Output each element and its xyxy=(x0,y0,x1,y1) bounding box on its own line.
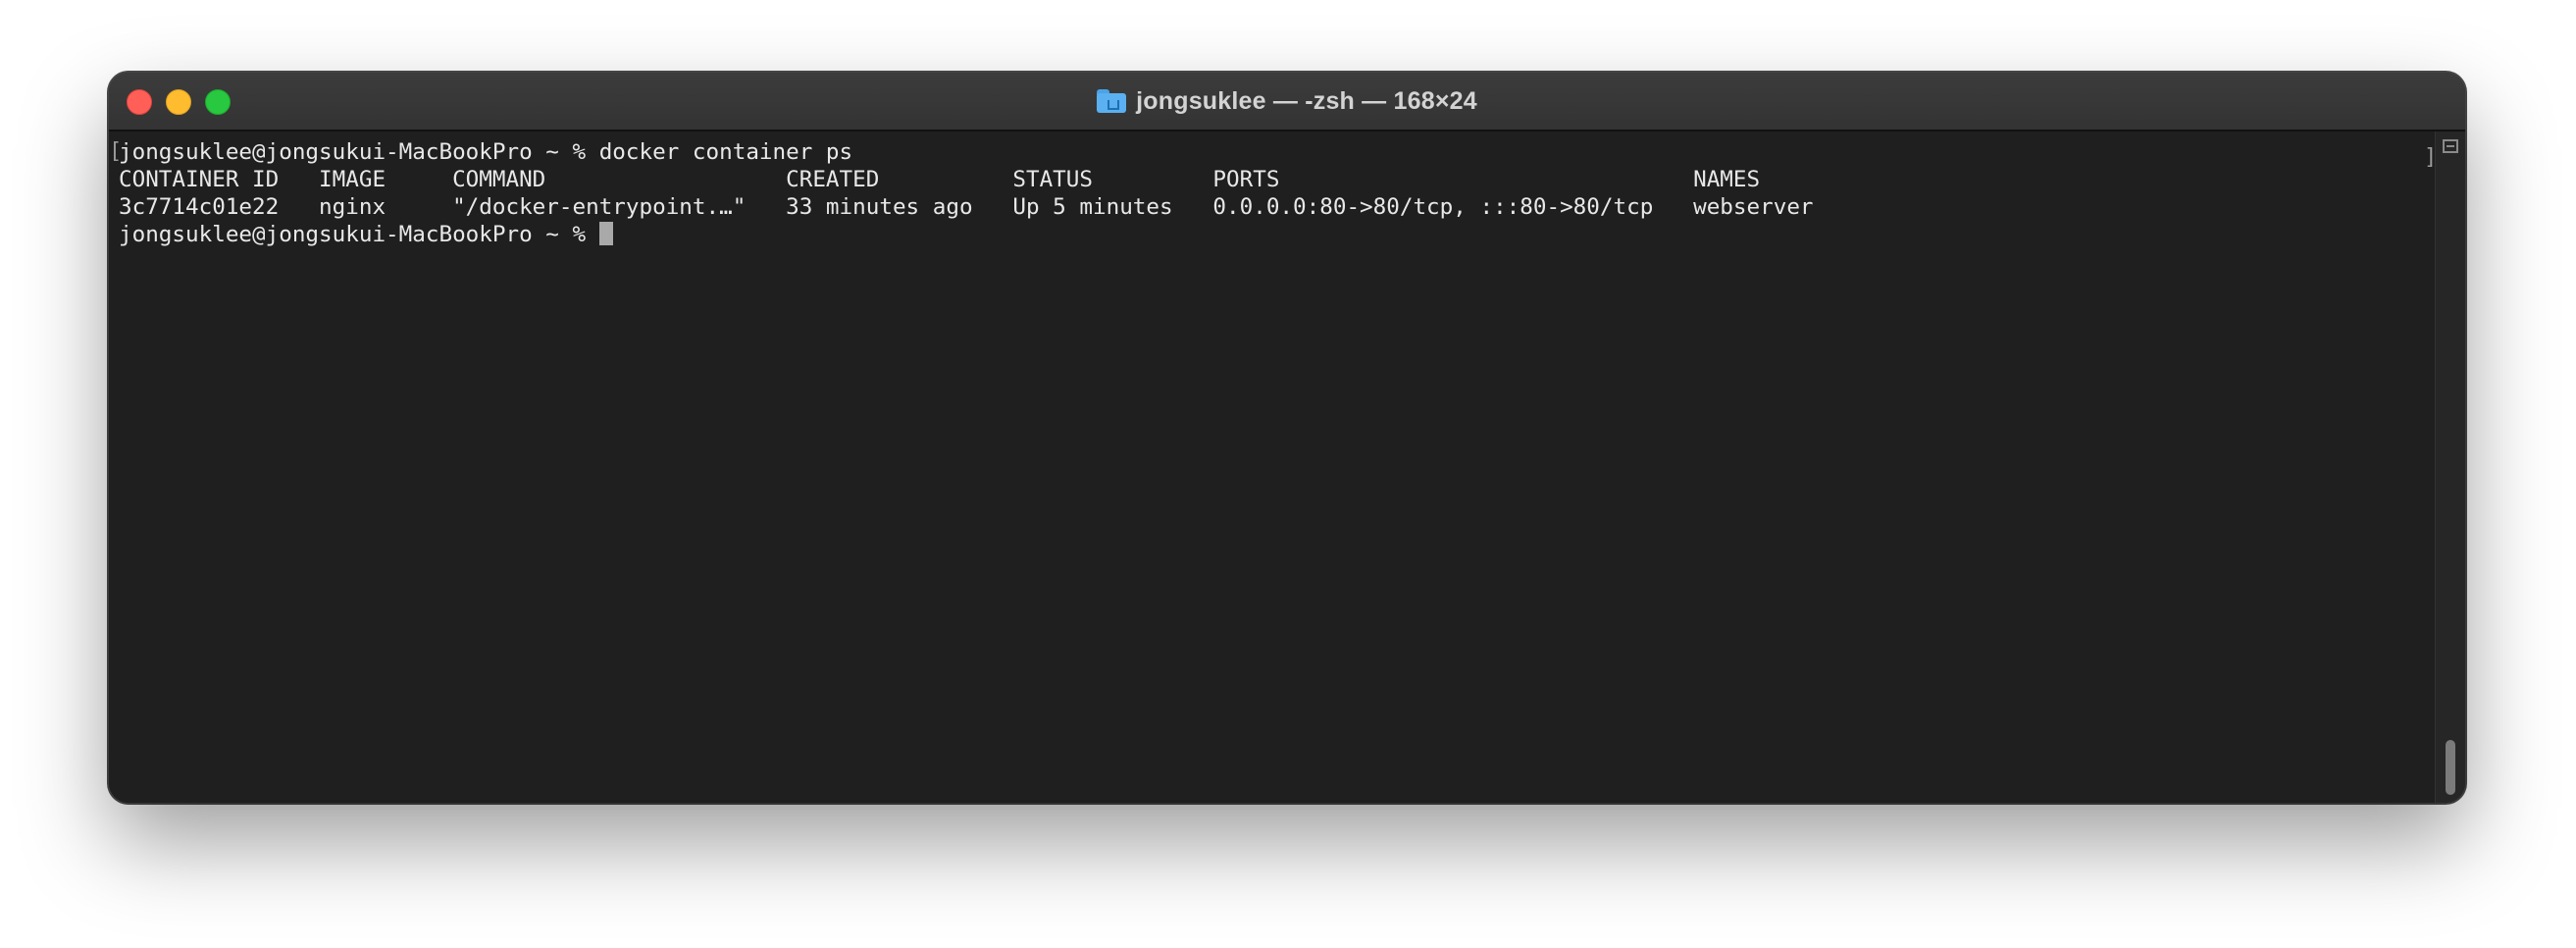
split-pane-icon[interactable] xyxy=(2443,139,2458,153)
table-row: 3c7714c01e22 nginx "/docker-entrypoint.…… xyxy=(119,194,1814,220)
window-title-group: jongsuklee — -zsh — 168×24 xyxy=(109,73,2465,130)
table-header-row: CONTAINER ID IMAGE COMMAND CREATED STATU… xyxy=(119,167,1761,192)
title-bar[interactable]: jongsuklee — -zsh — 168×24 xyxy=(109,73,2465,132)
window-title: jongsuklee — -zsh — 168×24 xyxy=(1136,86,1477,115)
terminal-content[interactable]: [ jongsuklee@jongsukui-MacBookPro ~ % do… xyxy=(109,132,2436,803)
scrollbar[interactable] xyxy=(2435,132,2465,803)
prompt-text: jongsuklee@jongsukui-MacBookPro ~ % xyxy=(119,222,599,247)
text-cursor xyxy=(598,222,613,245)
scroll-thumb[interactable] xyxy=(2446,740,2455,795)
selection-bracket-right: ] xyxy=(2424,145,2438,170)
prompt-line[interactable]: jongsuklee@jongsukui-MacBookPro ~ % xyxy=(119,221,613,248)
home-folder-icon xyxy=(1097,89,1127,113)
command-line: jongsuklee@jongsukui-MacBookPro ~ % dock… xyxy=(119,139,853,165)
terminal-window: jongsuklee — -zsh — 168×24 [ jongsuklee@… xyxy=(109,73,2465,803)
